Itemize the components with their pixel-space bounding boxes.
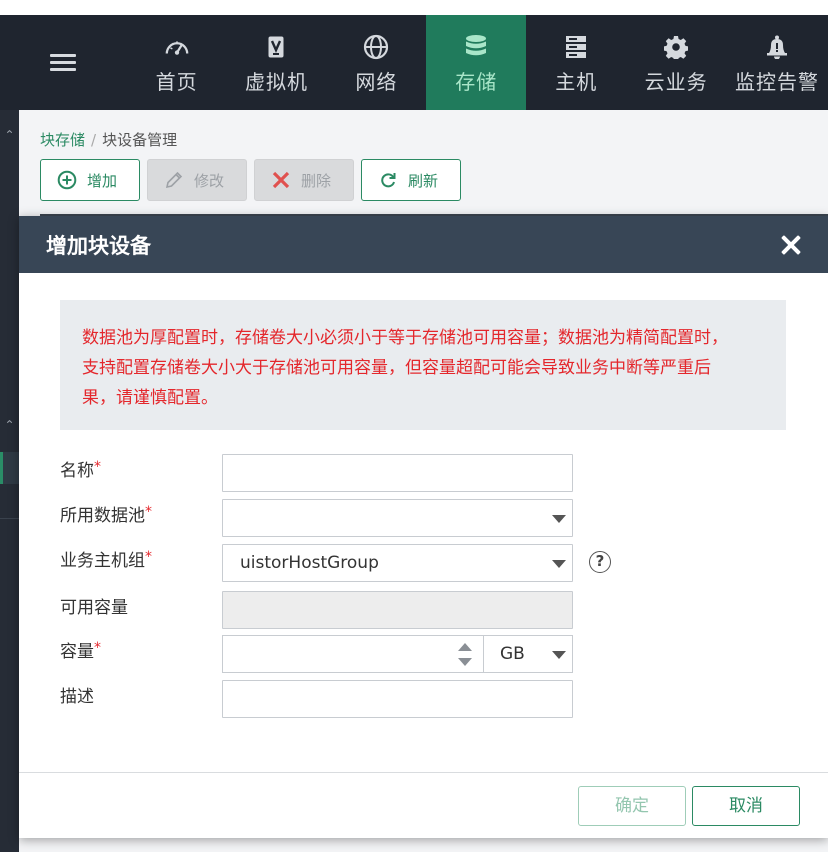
capacity-row: 容量* GB [60,635,800,673]
spinner-up-icon[interactable] [458,643,472,651]
dialog-title: 增加块设备 [46,233,151,258]
capacity-unit-value: GB [500,644,525,664]
nav-item-storage[interactable]: 存储 [426,15,527,120]
available-capacity-row: 可用容量 [60,591,800,629]
gear-icon [663,34,689,60]
refresh-label: 刷新 [408,171,439,190]
name-input[interactable] [222,454,573,492]
pool-select[interactable] [222,499,573,537]
caret-down-icon [552,651,566,659]
close-icon[interactable] [780,234,802,256]
available-capacity-label: 可用容量 [60,598,128,618]
capacity-input[interactable] [222,635,484,673]
server-icon [563,34,589,60]
nav-label: 首页 [155,70,198,94]
nav-label: 云业务 [644,70,708,94]
pencil-icon [165,171,183,189]
available-capacity-field [222,591,573,629]
add-label: 增加 [87,171,118,190]
sidebar-divider [0,518,19,519]
nav-label: 网络 [355,70,398,94]
nav-item-host[interactable]: 主机 [526,15,626,110]
name-row: 名称* [60,454,800,492]
required-mark: * [145,504,152,520]
refresh-button[interactable]: 刷新 [361,159,461,201]
required-mark: * [94,640,101,656]
warning-line: 支持配置存储卷大小大于存储池可用容量，但容量超配可能会导致业务中断等严重后 [82,358,711,378]
edit-label: 修改 [194,171,225,190]
warning-line: 果，请谨慎配置。 [82,388,218,408]
delete-x-icon [272,171,290,189]
name-label: 名称* [60,459,101,481]
top-strip [0,0,828,15]
dashboard-icon [164,34,190,60]
add-block-device-dialog: 增加块设备 数据池为厚配置时，存储卷大小必须小于等于存储池可用容量；数据池为精简… [19,216,828,838]
dialog-header: 增加块设备 [19,216,828,273]
breadcrumb-separator: / [91,131,97,149]
breadcrumb-root-link[interactable]: 块存储 [40,131,85,149]
menu-toggle-button[interactable] [0,15,127,110]
nav-item-vm[interactable]: 虚拟机 [227,15,327,110]
nav-label: 虚拟机 [244,70,308,94]
spinner-down-icon[interactable] [458,658,472,666]
caret-down-icon [552,515,566,523]
nav-item-home[interactable]: 首页 [127,15,227,110]
capacity-unit-select[interactable]: GB [483,635,573,673]
add-button[interactable]: 增加 [40,159,140,201]
hamburger-icon [50,53,77,72]
confirm-button[interactable]: 确定 [578,786,686,826]
host-group-label: 业务主机组* [60,549,152,571]
chevron-up-icon[interactable]: ⌃ [0,128,19,142]
delete-button[interactable]: 删除 [254,159,354,201]
host-group-row: 业务主机组* uistorHostGroup ? [60,544,800,582]
nav-item-network[interactable]: 网络 [326,15,426,110]
refresh-icon [381,173,396,188]
sidebar-selected-item[interactable] [0,452,19,484]
breadcrumb: 块存储 / 块设备管理 [40,129,177,150]
required-mark: * [145,549,152,565]
plus-circle-icon [57,170,77,190]
nav-item-cloud-service[interactable]: 云业务 [626,15,726,110]
host-group-value: uistorHostGroup [240,553,379,573]
nav-label: 主机 [555,70,598,94]
vm-icon [263,34,289,60]
pool-row: 所用数据池* [60,499,800,537]
cancel-button[interactable]: 取消 [692,786,800,826]
delete-label: 删除 [301,171,332,190]
description-label: 描述 [60,687,94,707]
dialog-footer: 确定 取消 [19,772,828,838]
description-row: 描述 [60,680,800,718]
help-icon[interactable]: ? [589,551,611,573]
caret-down-icon [552,560,566,568]
nav-label: 监控告警 [735,70,819,94]
chevron-up-icon[interactable]: ⌃ [0,418,19,432]
database-icon [463,34,489,60]
warning-line: 数据池为厚配置时，存储卷大小必须小于等于存储池可用容量；数据池为精简配置时， [82,328,728,348]
warning-notice: 数据池为厚配置时，存储卷大小必须小于等于存储池可用容量；数据池为精简配置时， 支… [60,300,786,430]
globe-icon [363,34,389,60]
edit-button[interactable]: 修改 [147,159,247,201]
host-group-select[interactable]: uistorHostGroup [222,544,573,582]
nav-label: 存储 [455,70,498,94]
required-mark: * [94,459,101,475]
description-input[interactable] [222,680,573,718]
bell-icon [764,34,790,60]
nav-item-monitor-alarm[interactable]: 监控告警 [726,15,828,110]
breadcrumb-current: 块设备管理 [102,131,178,149]
capacity-label: 容量* [60,640,101,662]
pool-label: 所用数据池* [60,504,152,526]
sidebar: ⌃ ⌃ [0,110,19,852]
top-navbar: 首页 虚拟机 网络 存储 主机 云业务 监控告警 [0,15,828,120]
toolbar: 增加 修改 删除 刷新 [40,159,461,201]
